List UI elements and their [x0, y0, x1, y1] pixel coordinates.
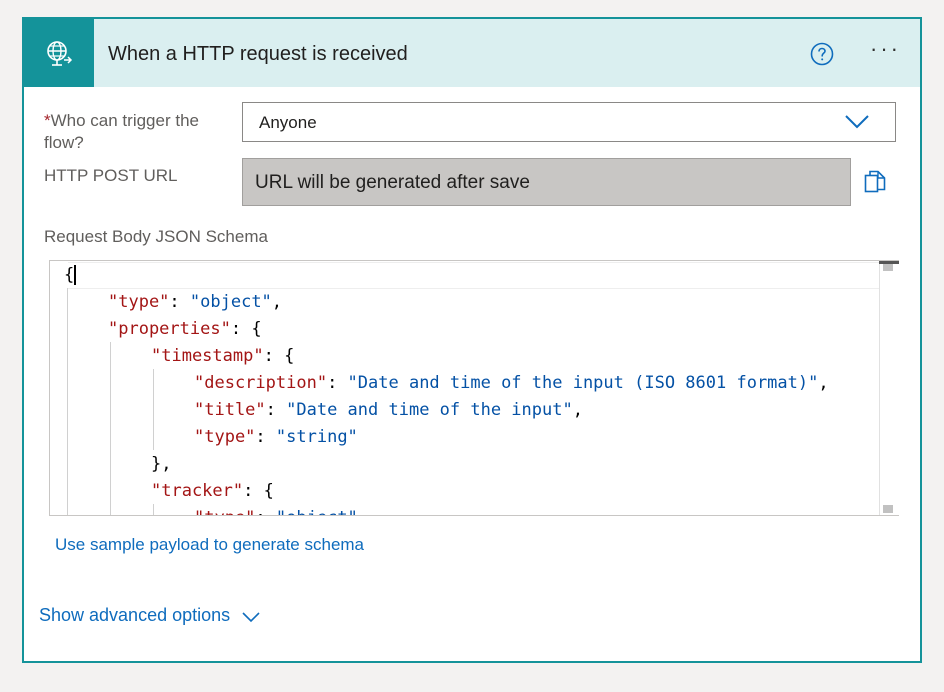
copy-icon[interactable]	[864, 170, 886, 201]
editor-scrollbar[interactable]	[879, 261, 899, 515]
schema-label: Request Body JSON Schema	[44, 227, 268, 246]
code-line: "properties": {	[108, 319, 262, 339]
code-line: "tracker": {	[151, 481, 274, 501]
code-line: "timestamp": {	[151, 346, 295, 366]
indent-guide	[153, 504, 154, 515]
indent-guide	[153, 369, 154, 450]
url-placeholder-text: URL will be generated after save	[255, 172, 530, 193]
http-post-url-field[interactable]: URL will be generated after save	[242, 158, 851, 206]
required-star: *	[44, 111, 51, 130]
who-can-trigger-label: *Who can trigger the flow?	[44, 111, 199, 152]
code-line: "type": "object",	[194, 505, 368, 515]
http-post-url-label: HTTP POST URL	[44, 166, 178, 185]
more-horizontal-icon[interactable]: ···	[870, 38, 901, 60]
show-advanced-options-link[interactable]: Show advanced options	[39, 605, 230, 626]
chevron-down-icon	[845, 115, 869, 134]
code-line: "description": "Date and time of the inp…	[194, 373, 829, 393]
card-header[interactable]: When a HTTP request is received ···	[24, 19, 920, 87]
text-caret	[74, 265, 77, 285]
editor-top-rule	[879, 261, 899, 264]
who-can-trigger-dropdown[interactable]: Anyone	[242, 102, 896, 142]
scrollbar-marker	[883, 505, 893, 513]
code-line: {	[64, 265, 77, 285]
help-circle-icon[interactable]	[810, 42, 834, 71]
card-title: When a HTTP request is received	[108, 43, 408, 65]
scrollbar-thumb[interactable]	[883, 263, 893, 271]
json-schema-editor[interactable]: { "type": "object", "properties": { "tim…	[49, 260, 899, 516]
use-sample-payload-link[interactable]: Use sample payload to generate schema	[55, 535, 364, 555]
code-line: "type": "string"	[194, 427, 358, 447]
code-line: },	[151, 454, 172, 474]
trigger-card: When a HTTP request is received ··· *Who…	[22, 17, 922, 663]
indent-guide	[67, 288, 68, 515]
chevron-down-icon[interactable]	[242, 610, 260, 628]
dropdown-value: Anyone	[259, 113, 317, 132]
current-line-highlight	[68, 262, 880, 289]
indent-guide	[110, 342, 111, 515]
globe-request-icon	[24, 19, 94, 87]
code-line: "title": "Date and time of the input",	[194, 400, 583, 420]
code-line: "type": "object",	[108, 292, 283, 312]
